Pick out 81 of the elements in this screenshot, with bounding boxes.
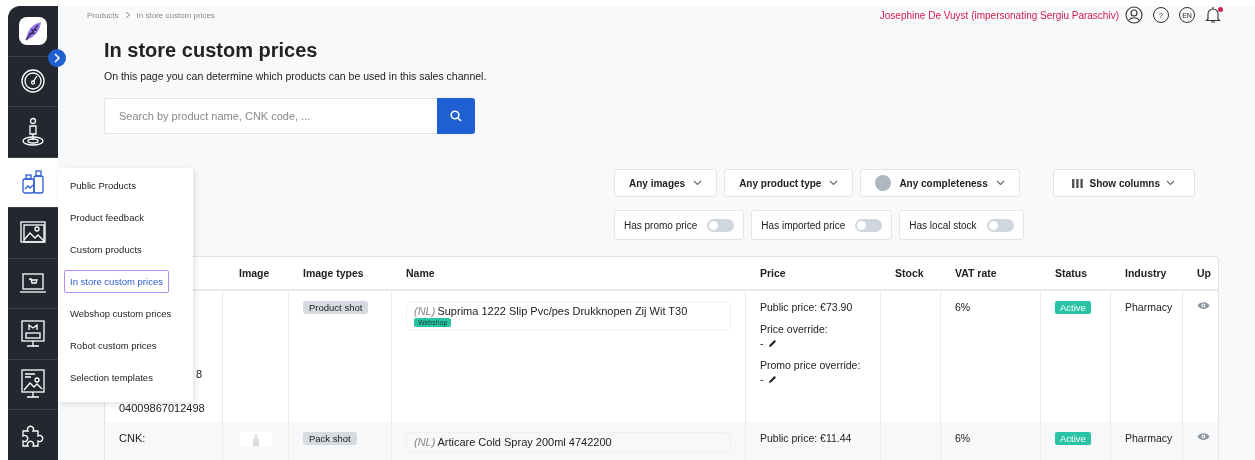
- toggle-label: Has local stock: [909, 219, 977, 231]
- toggle-label: Has imported price: [761, 219, 846, 231]
- filter-dropdown[interactable]: Any images: [614, 169, 718, 197]
- product-name: Suprima 1222 Slip Pvc/pes Drukknopen Zij Wit T30: [437, 305, 688, 317]
- product-name-field[interactable]: (NL) Articare Cold Spray 200ml 4742200: [406, 432, 731, 452]
- completeness-dot-icon: [875, 175, 892, 191]
- search-button[interactable]: [437, 98, 475, 134]
- chevron-down-icon: [829, 180, 839, 186]
- language-code: (NL): [414, 305, 436, 317]
- status-badge: Active: [1055, 301, 1091, 314]
- bottles-icon: [21, 169, 45, 196]
- price-text: Public price: €73.90: [760, 301, 853, 313]
- leaf-logo-icon: [18, 15, 48, 46]
- easel-icon: [21, 369, 45, 400]
- toggle-switch[interactable]: [986, 218, 1014, 232]
- chevron-right-icon: [53, 53, 61, 63]
- filter-dropdown[interactable]: Any completeness: [860, 169, 1020, 197]
- column-header: Name: [405, 267, 436, 279]
- image-type-tag: Pack shot: [303, 432, 357, 445]
- status-badge: Active: [1055, 432, 1091, 445]
- bell-icon[interactable]: [1205, 6, 1221, 24]
- column-header: Status: [1054, 267, 1089, 279]
- page-description: On this page you can determine which products can be used in this sales channel.: [104, 70, 488, 82]
- menu-item[interactable]: In store custom prices: [64, 270, 169, 293]
- search-field[interactable]: Search by product name, CNK code, ...: [104, 98, 437, 134]
- columns-icon: [1072, 178, 1084, 188]
- laptop-cart-icon: [19, 272, 47, 295]
- eye-icon[interactable]: [1197, 301, 1210, 310]
- price-value: -: [760, 337, 764, 349]
- product-name: Articare Cold Spray 200ml 4742200: [437, 436, 612, 448]
- pencil-icon[interactable]: [767, 374, 777, 384]
- chevron-right-icon: [124, 11, 131, 19]
- column-header: VAT rate: [954, 267, 998, 279]
- industry-text: Pharmacy: [1125, 432, 1173, 444]
- image-type-tag: Product shot: [303, 301, 369, 314]
- language-code: (NL): [414, 436, 436, 448]
- menu-item[interactable]: Selection templates: [64, 366, 159, 389]
- filter-dropdown[interactable]: Show columns: [1052, 169, 1195, 197]
- user-name: Josephine De Vuyst (impersonating Sergiu Paraschiv): [879, 9, 1119, 21]
- sidebar-item[interactable]: [8, 157, 58, 208]
- menu-item[interactable]: Robot custom prices: [64, 334, 163, 357]
- breadcrumb-link[interactable]: Products: [87, 10, 119, 20]
- person-icon: [21, 116, 45, 147]
- table-cell-text: 8: [196, 368, 203, 380]
- price-value: -: [760, 373, 764, 385]
- gauge-icon: [20, 68, 46, 95]
- search-icon: [450, 110, 462, 122]
- price-text: Public price: €11.44: [760, 432, 852, 444]
- menu-item[interactable]: Custom products: [64, 238, 148, 261]
- user-circle-icon[interactable]: [1125, 6, 1143, 24]
- column-header: Price: [759, 267, 787, 279]
- image-icon: [20, 220, 46, 245]
- chevron-down-icon: [1166, 180, 1176, 186]
- breadcrumb-link[interactable]: In store custom prices: [136, 10, 215, 20]
- industry-text: Pharmacy: [1125, 301, 1173, 313]
- menu-item[interactable]: Public Products: [64, 174, 142, 197]
- price-label: Promo price override:: [760, 359, 861, 371]
- toggle-switch[interactable]: [855, 218, 883, 232]
- price-label: Price override:: [760, 323, 828, 335]
- column-header: Stock: [894, 267, 925, 279]
- column-header: Industry: [1124, 267, 1168, 279]
- menu-item[interactable]: Webshop custom prices: [64, 302, 178, 325]
- toggle-label: Has promo price: [624, 219, 698, 231]
- pencil-icon[interactable]: [767, 338, 777, 348]
- chevron-down-icon: [693, 180, 703, 186]
- toggle-switch[interactable]: [707, 218, 735, 232]
- monitor-icon: [21, 319, 45, 348]
- page-title: In store custom prices: [104, 39, 319, 62]
- photo-placeholder: [239, 432, 272, 446]
- menu-item[interactable]: Product feedback: [64, 206, 150, 229]
- expand-button[interactable]: [48, 49, 66, 67]
- table-cell-text: 04009867012498: [119, 402, 205, 414]
- column-header: Image: [238, 267, 271, 279]
- vat-rate: 6%: [955, 432, 971, 444]
- column-header: Up: [1196, 267, 1212, 279]
- column-header: Image types: [302, 267, 365, 279]
- filter-dropdown[interactable]: Any product type: [724, 169, 854, 197]
- table-cell-text: CNK:: [119, 432, 146, 444]
- eye-icon[interactable]: [1197, 432, 1210, 441]
- vat-rate: 6%: [955, 301, 971, 313]
- chevron-down-icon: [995, 180, 1005, 186]
